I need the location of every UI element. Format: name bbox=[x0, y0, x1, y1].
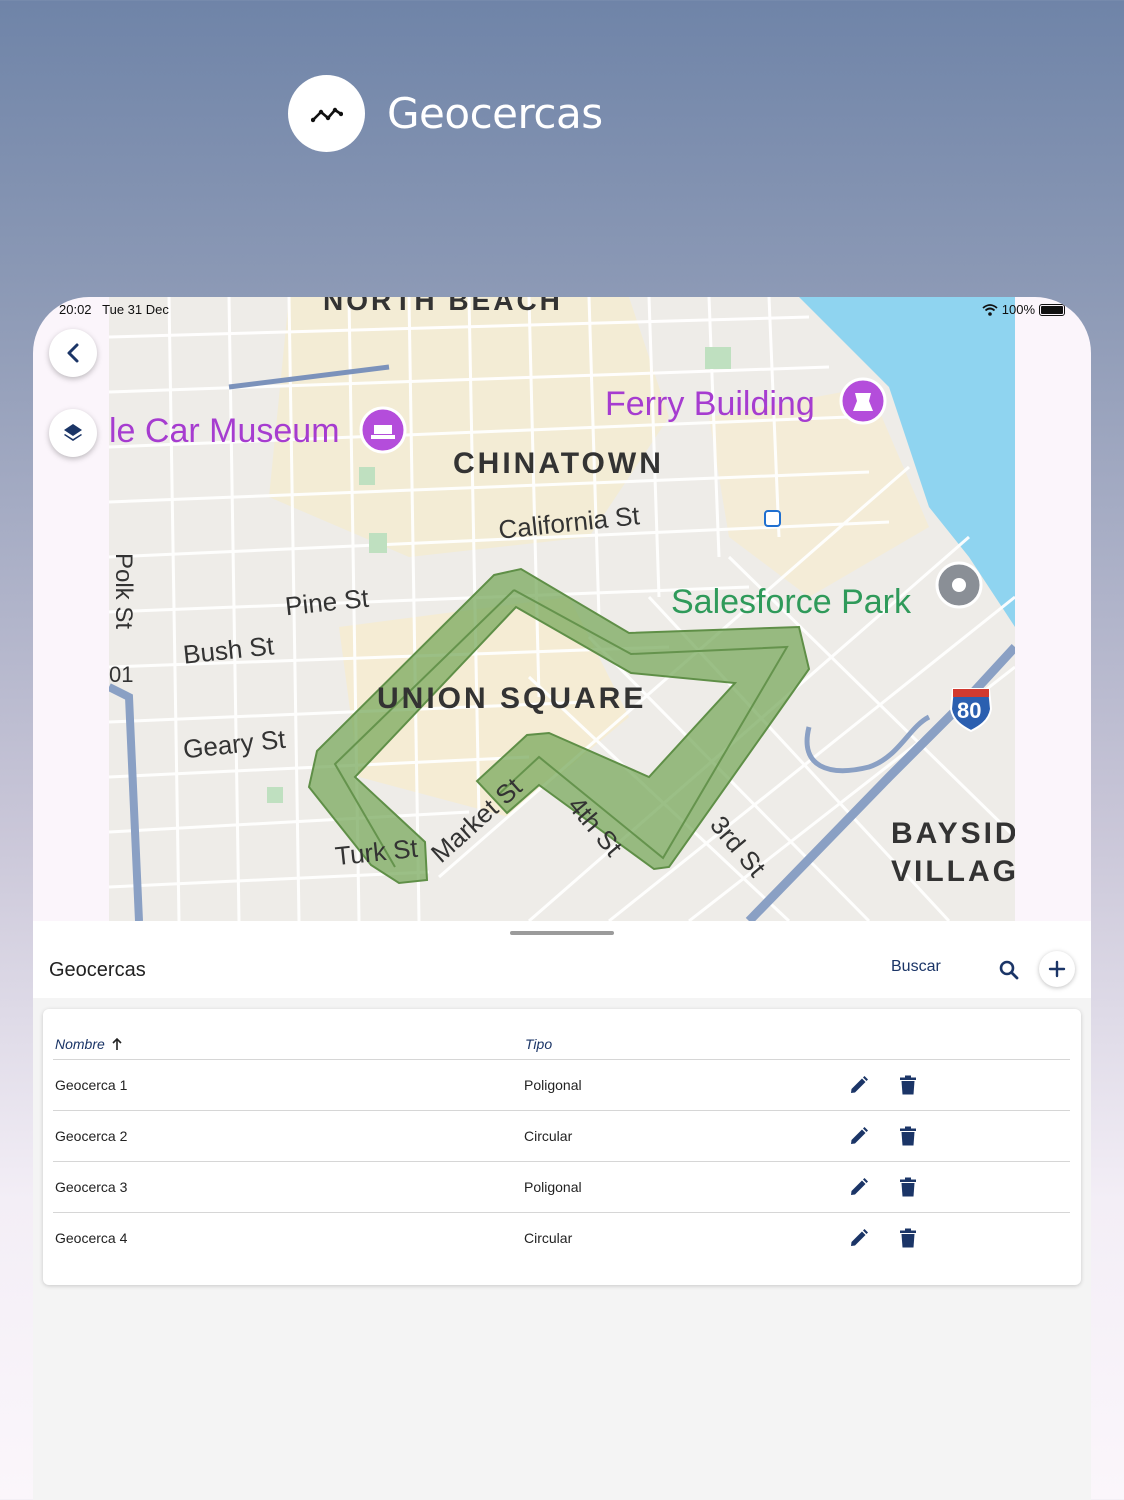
table-row[interactable]: Geocerca 3 Poligonal bbox=[53, 1161, 1070, 1212]
page-title: Geocercas bbox=[387, 89, 603, 138]
pencil-icon bbox=[851, 1229, 868, 1246]
battery-icon bbox=[1039, 303, 1065, 316]
back-button[interactable] bbox=[49, 329, 97, 377]
sheet-title: Geocercas bbox=[49, 959, 146, 981]
search-label[interactable]: Buscar bbox=[891, 958, 941, 976]
delete-button[interactable] bbox=[896, 1175, 920, 1199]
cell-type: Poligonal bbox=[524, 1077, 582, 1093]
search-button[interactable] bbox=[995, 956, 1023, 984]
status-clock: 20:02 bbox=[59, 302, 92, 317]
column-label-name: Nombre bbox=[55, 1036, 105, 1052]
map-label-car-museum[interactable]: le Car Museum bbox=[109, 412, 340, 451]
edit-button[interactable] bbox=[847, 1175, 871, 1199]
cell-type: Circular bbox=[524, 1230, 573, 1246]
status-time: 20:02 Tue 31 Dec bbox=[59, 302, 169, 317]
map-label-i80: 80 bbox=[957, 698, 982, 723]
chevron-left-icon bbox=[67, 343, 79, 363]
status-indicators: 100% bbox=[982, 302, 1065, 317]
location-pin-icon[interactable] bbox=[935, 561, 983, 609]
trash-icon bbox=[900, 1228, 916, 1248]
map-label-ferry-building[interactable]: Ferry Building bbox=[605, 385, 815, 424]
column-header-name[interactable]: Nombre bbox=[55, 1036, 123, 1052]
geofence-table: Nombre Tipo Geocerca 1 Poligonal Geocerc… bbox=[43, 1009, 1081, 1285]
delete-button[interactable] bbox=[896, 1073, 920, 1097]
trash-icon bbox=[900, 1177, 916, 1197]
add-geofence-button[interactable] bbox=[1039, 951, 1075, 987]
map-layers-button[interactable] bbox=[49, 409, 97, 457]
sort-ascending-icon bbox=[112, 1037, 122, 1050]
cell-name: Geocerca 3 bbox=[55, 1179, 128, 1195]
table-row[interactable]: Geocerca 2 Circular bbox=[53, 1110, 1070, 1161]
map-label-polk-st: Polk St bbox=[110, 552, 138, 630]
map-label-bayside: BAYSID bbox=[891, 817, 1015, 850]
trash-icon bbox=[900, 1075, 916, 1095]
bottom-sheet: Geocercas Buscar Nombre Tipo Geocerca 1 … bbox=[33, 921, 1091, 1500]
pencil-icon bbox=[851, 1076, 868, 1093]
map-label-salesforce-park[interactable]: Salesforce Park bbox=[671, 583, 911, 622]
column-label-type: Tipo bbox=[525, 1036, 553, 1052]
cell-type: Poligonal bbox=[524, 1179, 582, 1195]
page-header: Geocercas bbox=[288, 75, 603, 152]
map-label-union-square: UNION SQUARE bbox=[377, 682, 647, 715]
column-header-type[interactable]: Tipo bbox=[525, 1036, 552, 1052]
cell-name: Geocerca 2 bbox=[55, 1128, 128, 1144]
map-label-village: VILLAG bbox=[891, 855, 1015, 888]
search-icon bbox=[999, 960, 1019, 980]
trend-line-icon bbox=[310, 107, 343, 122]
delete-button[interactable] bbox=[896, 1124, 920, 1148]
plus-icon bbox=[1048, 960, 1066, 978]
cell-name: Geocerca 1 bbox=[55, 1077, 128, 1093]
edit-button[interactable] bbox=[847, 1073, 871, 1097]
sheet-toolbar: Geocercas Buscar bbox=[33, 921, 1091, 998]
edit-button[interactable] bbox=[847, 1226, 871, 1250]
cell-name: Geocerca 4 bbox=[55, 1230, 128, 1246]
trash-icon bbox=[900, 1126, 916, 1146]
tablet-screen: NORTH BEACH le Car Museum Ferry Building… bbox=[33, 297, 1091, 1500]
map-label-north-beach: NORTH BEACH bbox=[323, 297, 563, 316]
drag-handle[interactable] bbox=[510, 931, 614, 935]
map-label-route-101: 01 bbox=[109, 662, 134, 687]
pencil-icon bbox=[851, 1178, 868, 1195]
edit-button[interactable] bbox=[847, 1124, 871, 1148]
landmark-pin-icon[interactable] bbox=[839, 377, 887, 425]
header-icon-badge bbox=[288, 75, 365, 152]
status-date: Tue 31 Dec bbox=[102, 302, 169, 317]
map-label-chinatown: CHINATOWN bbox=[453, 447, 664, 480]
table-row[interactable]: Geocerca 1 Poligonal bbox=[53, 1059, 1070, 1110]
wifi-icon bbox=[982, 303, 998, 316]
layers-icon bbox=[64, 424, 82, 441]
pencil-icon bbox=[851, 1127, 868, 1144]
table-row[interactable]: Geocerca 4 Circular bbox=[53, 1212, 1070, 1263]
transit-icon bbox=[764, 510, 781, 527]
battery-percent: 100% bbox=[1001, 302, 1035, 317]
cell-type: Circular bbox=[524, 1128, 573, 1144]
delete-button[interactable] bbox=[896, 1226, 920, 1250]
map-view[interactable]: NORTH BEACH le Car Museum Ferry Building… bbox=[109, 297, 1015, 921]
museum-pin-icon[interactable] bbox=[359, 406, 407, 454]
